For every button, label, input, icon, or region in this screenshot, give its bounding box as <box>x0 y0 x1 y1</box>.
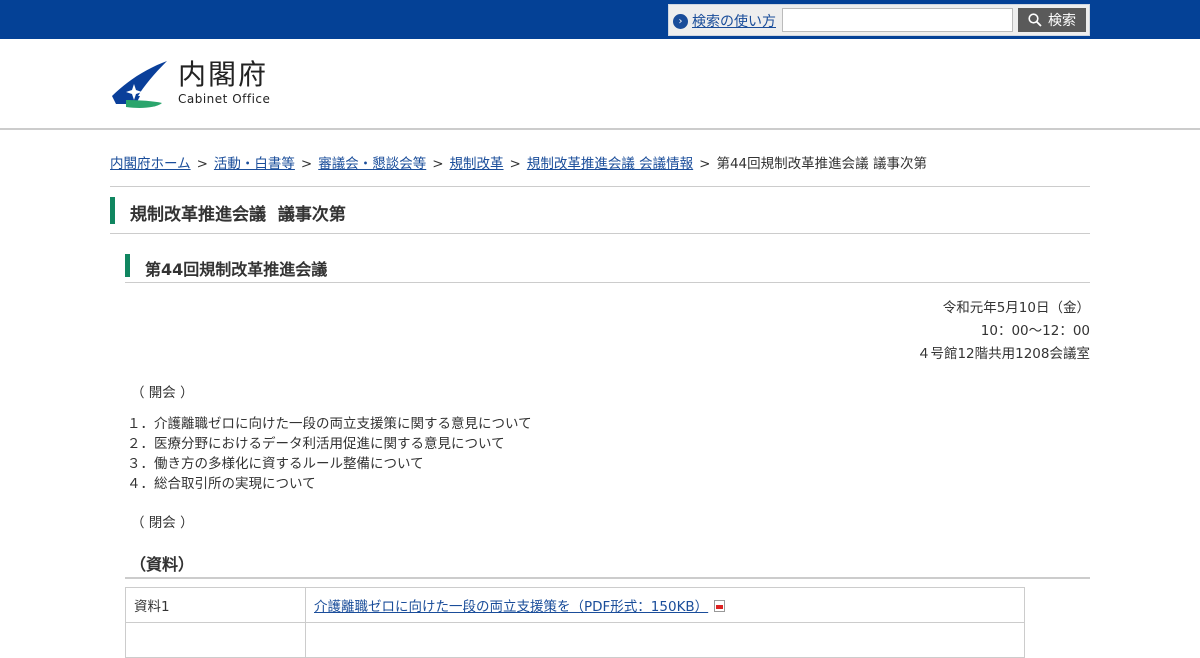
material-link[interactable]: 介護離職ゼロに向けた一段の両立支援策を（PDF形式：150KB） <box>314 599 708 615</box>
search-button[interactable]: 検索 <box>1018 8 1086 32</box>
breadcrumb-activities[interactable]: 活動・白書等 <box>214 156 295 172</box>
search-help[interactable]: › 検索の使い方 <box>673 11 776 31</box>
breadcrumb-current: 第44回規制改革推進会議 議事次第 <box>716 156 927 172</box>
agenda-item: ３．働き方の多様化に資するルール整備について <box>127 456 424 472</box>
meeting-place: ４号館12階共用1208会議室 <box>916 346 1090 362</box>
search-input[interactable] <box>782 8 1013 32</box>
title-accent-bar <box>110 197 115 224</box>
site-logo[interactable]: 内閣府 Cabinet Office <box>110 60 270 110</box>
material-label <box>125 622 306 658</box>
breadcrumb: 内閣府ホーム > 活動・白書等 > 審議会・懇談会等 > 規制改革 > 規制改革推進会議 会議情… <box>110 152 927 172</box>
heading-accent-bar <box>125 254 130 277</box>
search-help-link[interactable]: 検索の使い方 <box>692 11 776 31</box>
breadcrumb-regulatory-reform[interactable]: 規制改革 <box>450 156 504 172</box>
meeting-details: 令和元年5月10日（金） 10：00～12：00 ４号館12階共用1208会議室 <box>917 297 1090 366</box>
agenda-open: （ 開会 ） <box>131 385 194 401</box>
breadcrumb-councils[interactable]: 審議会・懇談会等 <box>318 156 426 172</box>
agenda-close: （ 閉会 ） <box>131 515 194 531</box>
logo-name-en: Cabinet Office <box>178 92 271 106</box>
meeting-date: 令和元年5月10日（金） <box>942 300 1090 316</box>
breadcrumb-separator: > <box>509 156 521 172</box>
search-area: › 検索の使い方 検索 <box>668 4 1090 36</box>
breadcrumb-meeting-info[interactable]: 規制改革推進会議 会議情報 <box>527 156 693 172</box>
materials-table: 資料1 介護離職ゼロに向けた一段の両立支援策を（PDF形式：150KB） <box>125 587 1025 658</box>
search-icon <box>1028 13 1042 27</box>
table-row: 資料1 介護離職ゼロに向けた一段の両立支援策を（PDF形式：150KB） <box>125 587 1025 623</box>
page-title-box: 規制改革推進会議 議事次第 <box>110 186 1090 234</box>
site-header: 内閣府 Cabinet Office <box>0 39 1200 130</box>
chevron-right-icon: › <box>673 13 688 29</box>
top-bar: › 検索の使い方 検索 <box>0 0 1200 39</box>
breadcrumb-separator: > <box>300 156 313 172</box>
agenda-list: １．介護離職ゼロに向けた一段の両立支援策に関する意見について ２．医療分野におけ… <box>127 414 532 494</box>
meeting-title: 第44回規制改革推進会議 <box>145 260 328 279</box>
page-title: 規制改革推進会議 議事次第 <box>130 205 346 225</box>
breadcrumb-separator: > <box>432 156 444 172</box>
meeting-time: 10：00～12：00 <box>980 323 1090 339</box>
agenda-item: ４．総合取引所の実現について <box>127 476 316 492</box>
materials-heading: （資料） <box>130 555 195 574</box>
table-row <box>125 622 1025 658</box>
materials-heading-box: （資料） <box>125 548 1090 579</box>
agenda-item: ２．医療分野におけるデータ利活用促進に関する意見について <box>127 436 505 452</box>
material-cell: 介護離職ゼロに向けた一段の両立支援策を（PDF形式：150KB） <box>305 587 1025 623</box>
pdf-icon <box>714 600 726 612</box>
cabinet-office-logo-icon <box>112 61 167 108</box>
material-cell <box>305 622 1025 658</box>
logo-name-jp: 内閣府 <box>178 58 269 91</box>
agenda-item: １．介護離職ゼロに向けた一段の両立支援策に関する意見について <box>127 416 532 432</box>
material-label: 資料1 <box>125 587 306 623</box>
breadcrumb-separator: > <box>699 156 711 172</box>
search-button-label: 検索 <box>1048 12 1076 28</box>
meeting-heading-box: 第44回規制改革推進会議 <box>125 253 1090 283</box>
breadcrumb-home[interactable]: 内閣府ホーム <box>110 156 191 172</box>
breadcrumb-separator: > <box>196 156 208 172</box>
